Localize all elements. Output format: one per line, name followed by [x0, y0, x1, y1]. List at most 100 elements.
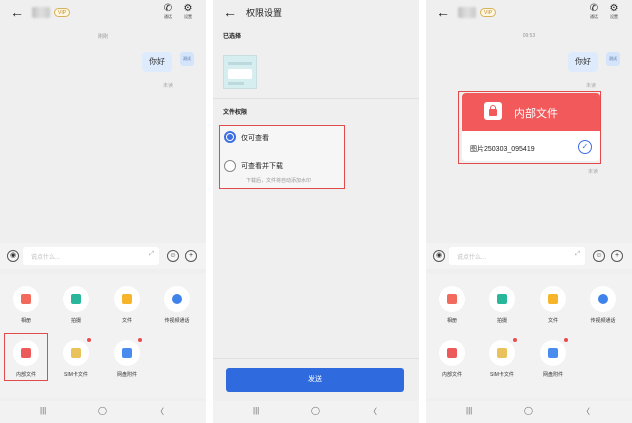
- emoji-icon[interactable]: ☺: [593, 250, 605, 262]
- tile-label: 传视频通话: [164, 318, 190, 324]
- highlight-box: [4, 333, 48, 381]
- cloud-icon: [548, 348, 558, 358]
- tile-label: SIM卡文件: [64, 372, 88, 378]
- folder-icon: [122, 294, 132, 304]
- tile-label: 网盘附件: [116, 372, 137, 378]
- badge-dot: [513, 338, 517, 342]
- home-icon[interactable]: ◯: [524, 406, 533, 415]
- tile-label: 网盘附件: [542, 372, 563, 378]
- gear-icon: ⚙: [609, 3, 619, 14]
- divider: [213, 358, 419, 359]
- home-icon[interactable]: ◯: [311, 406, 320, 415]
- input-bar: ◉ 说点什么... ⤢ ☺ +: [426, 243, 632, 269]
- add-icon[interactable]: +: [611, 250, 623, 262]
- folder-icon: [548, 294, 558, 304]
- album-tile[interactable]: [13, 286, 39, 312]
- cloud-attachment-tile[interactable]: [114, 340, 140, 366]
- input-placeholder: 说点什么...: [457, 255, 487, 261]
- phone-icon: [172, 294, 182, 304]
- send-button[interactable]: 发送: [226, 368, 404, 392]
- file-permission-label: 文件权限: [223, 110, 248, 116]
- camera-tile[interactable]: [63, 286, 89, 312]
- badge-dot: [87, 338, 91, 342]
- back-arrow-icon[interactable]: ←: [10, 5, 24, 19]
- attachment-tray: 相册 拍摄 文件 传视频通话 内部文件 SIM卡文件 网盘附件: [0, 274, 206, 398]
- tile-label: 拍摄: [496, 318, 507, 324]
- read-status: 未读: [163, 83, 174, 89]
- sim-card-icon: [497, 348, 507, 358]
- chat-header: ← VIP ✆ 通话 ⚙ 设置: [0, 0, 206, 26]
- back-arrow-icon[interactable]: ←: [223, 5, 237, 19]
- recents-icon[interactable]: |||: [40, 406, 46, 415]
- vip-badge: VIP: [480, 8, 497, 17]
- system-nav-bar: ||| ◯ 〈: [426, 401, 632, 423]
- selected-label: 已选择: [223, 34, 242, 40]
- expand-icon[interactable]: ⤢: [149, 251, 154, 258]
- tile-label: 相册: [446, 318, 457, 324]
- add-icon[interactable]: +: [185, 250, 197, 262]
- read-status: 未读: [586, 83, 597, 89]
- phone-icon: ✆: [589, 3, 599, 14]
- tile-label: 文件: [547, 318, 558, 324]
- file-tile[interactable]: [114, 286, 140, 312]
- sim-file-tile[interactable]: [63, 340, 89, 366]
- avatar[interactable]: 测试: [180, 52, 194, 66]
- back-arrow-icon[interactable]: ←: [436, 5, 450, 19]
- album-tile[interactable]: [439, 286, 465, 312]
- blurred-contact-name: [32, 7, 50, 18]
- phone-icon: ✆: [163, 3, 173, 14]
- nav-back-icon[interactable]: 〈: [156, 406, 164, 417]
- settings-button[interactable]: ⚙ 设置: [606, 3, 622, 20]
- selected-image-thumbnail[interactable]: [223, 55, 257, 89]
- nav-back-icon[interactable]: 〈: [369, 406, 377, 417]
- tile-label: 相册: [20, 318, 31, 324]
- recents-icon[interactable]: |||: [466, 406, 472, 415]
- settings-button[interactable]: ⚙ 设置: [180, 3, 196, 20]
- message-input[interactable]: 说点什么... ⤢: [449, 247, 585, 265]
- tile-label: 内部文件: [441, 372, 462, 378]
- cloud-attachment-tile[interactable]: [540, 340, 566, 366]
- tile-label: 拍摄: [70, 318, 81, 324]
- system-nav-bar: ||| ◯ 〈: [213, 401, 419, 423]
- emoji-icon[interactable]: ☺: [167, 250, 179, 262]
- card-read-status: 未读: [588, 169, 599, 175]
- gear-icon: ⚙: [183, 3, 193, 14]
- lock-file-icon: [447, 348, 457, 358]
- divider: [213, 98, 419, 99]
- recents-icon[interactable]: |||: [253, 406, 259, 415]
- call-button[interactable]: ✆ 通话: [586, 3, 602, 20]
- highlight-box: [219, 125, 345, 189]
- album-icon: [21, 294, 31, 304]
- chat-screen-2: ← VIP ✆ 通话 ⚙ 设置 09:53 你好 测试 未读 内部文件 图片25…: [426, 0, 632, 423]
- chat-header: ← VIP ✆ 通话 ⚙ 设置: [426, 0, 632, 26]
- video-call-tile[interactable]: [164, 286, 190, 312]
- call-button[interactable]: ✆ 通话: [160, 3, 176, 20]
- voice-icon[interactable]: ◉: [7, 250, 19, 262]
- internal-file-tile[interactable]: [439, 340, 465, 366]
- camera-icon: [497, 294, 507, 304]
- tile-label: 文件: [121, 318, 132, 324]
- system-nav-bar: ||| ◯ 〈: [0, 401, 206, 423]
- message-input[interactable]: 说点什么... ⤢: [23, 247, 159, 265]
- video-call-tile[interactable]: [590, 286, 616, 312]
- nav-back-icon[interactable]: 〈: [582, 406, 590, 417]
- tile-label: SIM卡文件: [490, 372, 514, 378]
- file-tile[interactable]: [540, 286, 566, 312]
- input-placeholder: 说点什么...: [31, 255, 61, 261]
- avatar[interactable]: 测试: [606, 52, 620, 66]
- album-icon: [447, 294, 457, 304]
- voice-icon[interactable]: ◉: [433, 250, 445, 262]
- message-bubble[interactable]: 你好: [142, 52, 172, 72]
- highlight-box: [458, 91, 601, 164]
- message-time: 09:53: [522, 33, 536, 39]
- cloud-icon: [122, 348, 132, 358]
- expand-icon[interactable]: ⤢: [575, 251, 580, 258]
- sim-file-tile[interactable]: [489, 340, 515, 366]
- input-bar: ◉ 说点什么... ⤢ ☺ +: [0, 243, 206, 269]
- attachment-tray: 相册 拍摄 文件 传视频通话 内部文件 SIM卡文件 网盘附件: [426, 274, 632, 398]
- permission-screen: ← 权限设置 已选择 文件权限 仅可查看 可查看并下载 下载后，文件将自动添加水…: [213, 0, 419, 423]
- phone-icon: [598, 294, 608, 304]
- home-icon[interactable]: ◯: [98, 406, 107, 415]
- camera-tile[interactable]: [489, 286, 515, 312]
- message-bubble[interactable]: 你好: [568, 52, 598, 72]
